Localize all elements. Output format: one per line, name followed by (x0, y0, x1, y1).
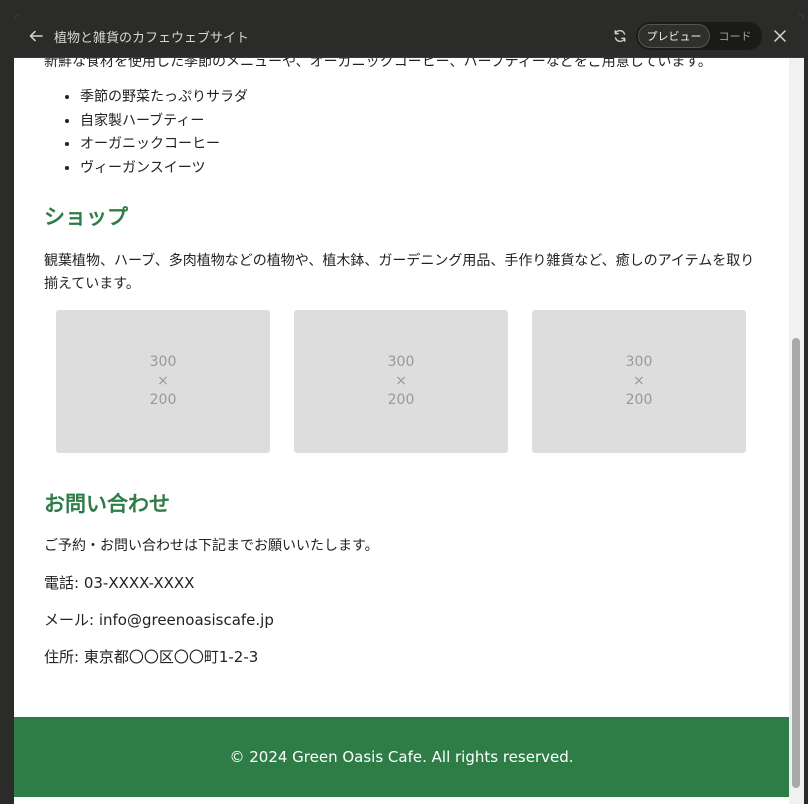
footer-copyright: © 2024 Green Oasis Cafe. All rights rese… (229, 748, 574, 766)
shop-heading: ショップ (44, 205, 128, 229)
placeholder-times: × (157, 373, 169, 389)
placeholder-times: × (633, 373, 645, 389)
view-toggle: プレビュー コード (636, 22, 762, 50)
contact-email: メール: info@greenoasiscafe.jp (44, 611, 274, 629)
tab-preview[interactable]: プレビュー (638, 24, 710, 48)
menu-list-item: 自家製ハーブティー (80, 110, 764, 134)
placeholder-width: 300 (387, 354, 415, 370)
placeholder-height: 200 (625, 392, 653, 408)
page-content: 新鮮な食材を使用した季節のメニューや、オーガニックコーヒー、ハーブティーなどをご… (44, 58, 764, 668)
placeholder-height: 200 (387, 392, 415, 408)
close-button[interactable] (770, 26, 790, 46)
scrollbar[interactable] (789, 58, 804, 804)
close-icon (774, 30, 786, 42)
title-bar: 植物と雑貨のカフェウェブサイト プレビュー コード (14, 14, 804, 58)
contact-lead: ご予約・お問い合わせは下記までお願いいたします。 (44, 538, 379, 554)
image-placeholder: 300 × 200 (532, 310, 746, 453)
preview-window: 植物と雑貨のカフェウェブサイト プレビュー コード 新鮮な食材を使用した季節のメ… (14, 14, 804, 804)
placeholder-width: 300 (149, 354, 177, 370)
menu-list-item: 季節の野菜たっぷりサラダ (80, 86, 764, 110)
window-title: 植物と雑貨のカフェウェブサイト (54, 31, 250, 46)
contact-phone: 電話: 03-XXXX-XXXX (44, 574, 195, 592)
preview-viewport[interactable]: 新鮮な食材を使用した季節のメニューや、オーガニックコーヒー、ハーブティーなどをご… (14, 58, 789, 804)
contact-section: お問い合わせ ご予約・お問い合わせは下記までお願いいたします。 電話: 03-X… (44, 489, 764, 668)
image-placeholder: 300 × 200 (294, 310, 508, 453)
refresh-icon (614, 30, 626, 42)
shop-image-row: 300 × 200 300 × 200 300 × 200 (56, 310, 764, 453)
image-placeholder: 300 × 200 (56, 310, 270, 453)
placeholder-width: 300 (625, 354, 653, 370)
placeholder-height: 200 (149, 392, 177, 408)
menu-list-item: オーガニックコーヒー (80, 133, 764, 157)
back-button[interactable] (26, 26, 46, 46)
contact-address: 住所: 東京都〇〇区〇〇町1-2-3 (44, 648, 259, 666)
refresh-button[interactable] (610, 26, 630, 46)
shop-description: 観葉植物、ハーブ、多肉植物などの植物や、植木鉢、ガーデニング用品、手作り雑貨など… (44, 253, 755, 292)
scrollbar-thumb[interactable] (792, 338, 800, 788)
arrow-left-icon (29, 30, 43, 42)
menu-list-item: ヴィーガンスイーツ (80, 157, 764, 181)
site-footer: © 2024 Green Oasis Cafe. All rights rese… (14, 717, 789, 797)
menu-intro-text: 新鮮な食材を使用した季節のメニューや、オーガニックコーヒー、ハーブティーなどをご… (44, 58, 712, 70)
placeholder-times: × (395, 373, 407, 389)
menu-list: 季節の野菜たっぷりサラダ 自家製ハーブティー オーガニックコーヒー ヴィーガンス… (44, 86, 764, 180)
contact-heading: お問い合わせ (44, 492, 170, 516)
tab-code[interactable]: コード (710, 24, 760, 48)
